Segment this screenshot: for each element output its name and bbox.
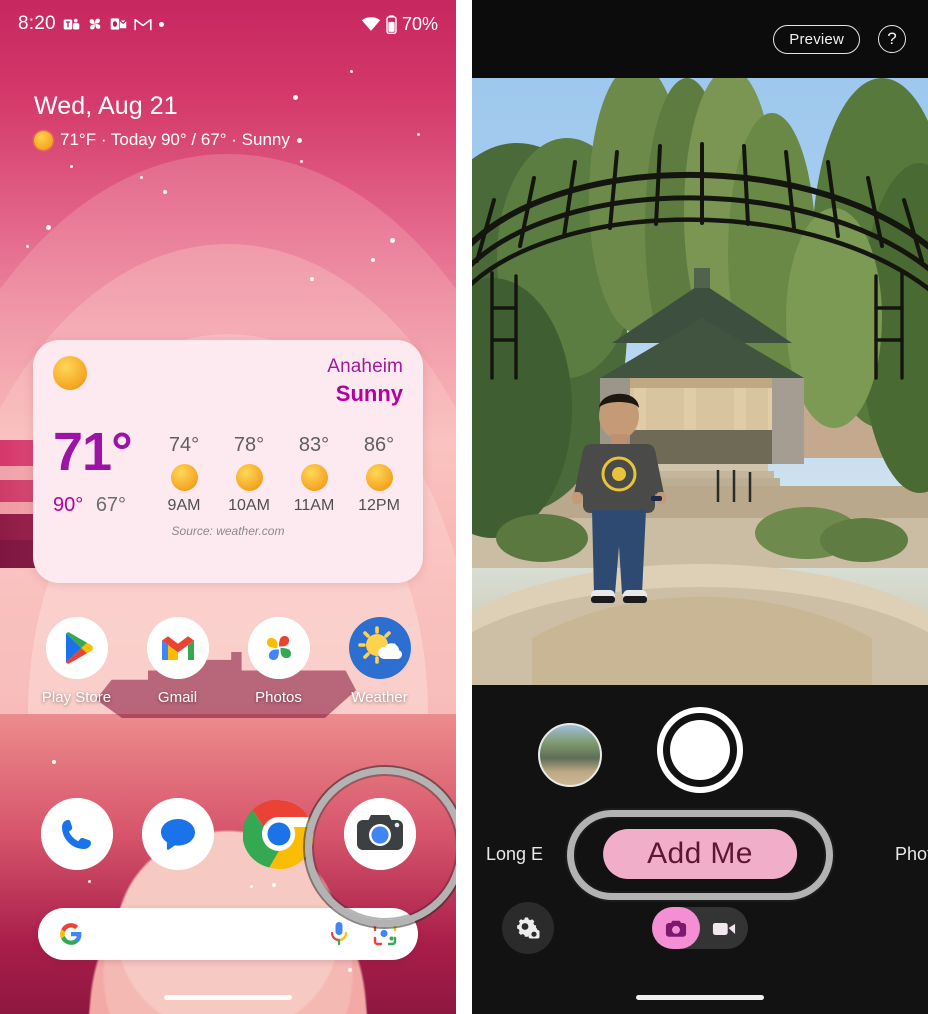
microphone-icon[interactable] <box>328 921 350 947</box>
camera-top-bar: Preview ? <box>472 0 928 78</box>
home-indicator[interactable] <box>636 995 764 1000</box>
phone-icon[interactable] <box>40 798 113 870</box>
date-text: Wed, Aug 21 <box>34 92 178 120</box>
wifi-icon <box>361 17 381 31</box>
viewfinder-scene-art <box>472 78 928 685</box>
app-label: Play Store <box>41 689 112 706</box>
drive-icon <box>89 18 101 30</box>
help-icon[interactable]: ? <box>878 25 906 53</box>
widget-high: 90° <box>53 494 84 517</box>
widget-source: Source: weather.com <box>171 524 285 539</box>
widget-low: 67° <box>95 494 127 517</box>
comparison-stage: 8:20 70% Wed, Aug 21 71°F · Today 90° / … <box>0 0 928 1014</box>
app-label: Gmail <box>157 689 198 706</box>
hourly-time: 12PM <box>358 497 400 515</box>
sunny-icon <box>170 464 198 492</box>
sunny-icon <box>34 130 53 150</box>
date-weather-header[interactable]: Wed, Aug 21 71°F · Today 90° / 67° · Sun… <box>34 92 302 150</box>
gallery-thumbnail[interactable] <box>538 723 602 787</box>
hourly-forecast: 74° 9AM 78° 10AM 83° 11AM 86° 12PM <box>160 434 403 517</box>
more-dot-icon <box>158 21 164 27</box>
hourly-temp: 78° <box>233 434 265 457</box>
app-weather[interactable]: Weather <box>337 617 423 706</box>
hourly-temp: 83° <box>298 434 330 457</box>
hourly-item: 86° 12PM <box>355 434 403 515</box>
weather-icon <box>348 617 411 679</box>
status-bar[interactable]: 8:20 70% <box>0 0 456 48</box>
photo-video-toggle[interactable] <box>652 907 748 949</box>
hourly-item: 74° 9AM <box>160 434 208 515</box>
shutter-button[interactable] <box>657 707 743 793</box>
gmail-icon <box>146 617 209 679</box>
battery-icon <box>386 14 397 34</box>
home-indicator[interactable] <box>164 995 292 1000</box>
app-gmail[interactable]: Gmail <box>135 617 221 706</box>
hourly-temp: 74° <box>168 434 200 457</box>
sunny-icon <box>365 464 393 492</box>
battery-percent: 70% <box>401 13 438 34</box>
app-label: Weather <box>351 689 408 706</box>
weather-summary-text: 71°F · Today 90° / 67° · Sunny <box>60 130 290 149</box>
app-play-store[interactable]: Play Store <box>34 617 120 706</box>
annotation-ring-add-me <box>567 810 833 900</box>
widget-condition: Sunny <box>335 381 403 406</box>
screenshot-divider <box>456 0 472 1014</box>
app-row: Play Store Gmail Photos Weather <box>0 617 456 706</box>
preview-button[interactable]: Preview <box>773 24 860 54</box>
teams-icon <box>63 18 80 29</box>
hourly-item: 78° 10AM <box>225 434 273 515</box>
outlook-icon <box>110 18 127 30</box>
mode-long-exposure[interactable]: Long E <box>486 844 543 865</box>
photo-mode-icon[interactable] <box>652 907 700 949</box>
gmail-icon <box>134 18 152 31</box>
annotation-ring-camera-icon <box>305 767 456 927</box>
status-time: 8:20 <box>18 13 56 34</box>
app-label: Photos <box>255 689 302 706</box>
app-photos[interactable]: Photos <box>236 617 322 706</box>
play-store-icon <box>45 617 108 679</box>
sunny-icon <box>235 464 263 492</box>
hourly-temp: 86° <box>363 434 395 457</box>
camera-viewfinder[interactable] <box>472 78 928 685</box>
widget-sunny-icon <box>53 356 87 390</box>
camera-controls: Long E Add Me Photo <box>472 685 928 1014</box>
hourly-item: 83° 11AM <box>290 434 338 515</box>
home-screen-phone: 8:20 70% Wed, Aug 21 71°F · Today 90° / … <box>0 0 456 1014</box>
video-mode-icon[interactable] <box>700 907 748 949</box>
sunny-icon <box>300 464 328 492</box>
widget-city: Anaheim <box>327 356 403 377</box>
mode-photo[interactable]: Photo <box>895 844 928 865</box>
hourly-time: 9AM <box>167 497 201 515</box>
google-g-icon <box>60 923 82 945</box>
widget-current-temp: 71° <box>53 422 133 482</box>
hourly-time: 10AM <box>228 497 270 515</box>
camera-settings-icon[interactable] <box>502 902 554 954</box>
hourly-time: 11AM <box>293 497 335 515</box>
google-photos-icon <box>247 617 310 679</box>
messages-icon[interactable] <box>141 798 214 870</box>
weather-widget[interactable]: Anaheim Sunny 71° 90° 67° 74° 9AM 78° 10… <box>33 340 423 583</box>
chrome-icon[interactable] <box>241 798 315 870</box>
camera-app-phone: Preview ? Long E Add Me Pho <box>472 0 928 1014</box>
